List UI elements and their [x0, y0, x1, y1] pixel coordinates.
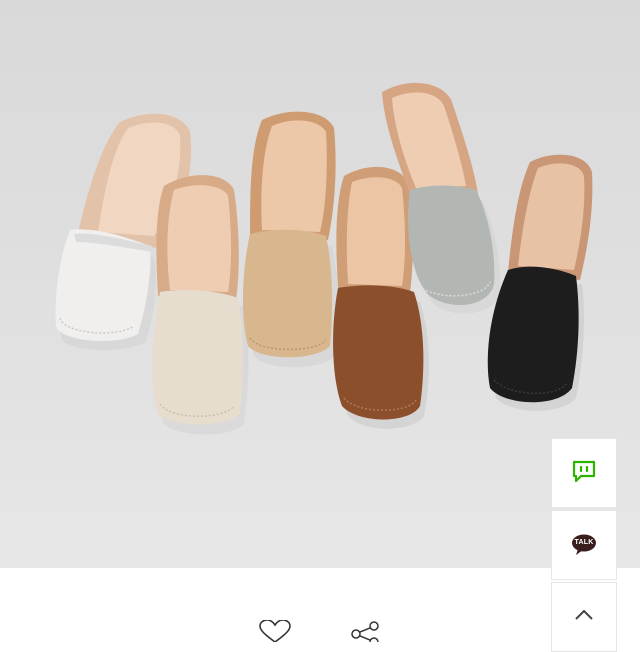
chat-button[interactable] — [551, 438, 617, 508]
heart-outline-icon[interactable] — [258, 619, 292, 643]
shoe-beige — [243, 111, 338, 368]
talk-label: TALK — [574, 539, 594, 546]
talk-bubble-icon: TALK — [571, 534, 597, 556]
chat-bubble-icon — [572, 460, 596, 487]
floating-side-buttons: TALK — [551, 438, 619, 652]
shoe-cream — [152, 175, 249, 435]
scroll-top-button[interactable] — [551, 582, 617, 652]
share-icon[interactable] — [348, 620, 382, 647]
kakao-talk-button[interactable]: TALK — [551, 510, 617, 580]
product-action-bar — [0, 568, 640, 640]
chevron-up-icon — [573, 608, 595, 627]
product-photo — [0, 0, 640, 568]
shoe-black — [487, 154, 593, 411]
